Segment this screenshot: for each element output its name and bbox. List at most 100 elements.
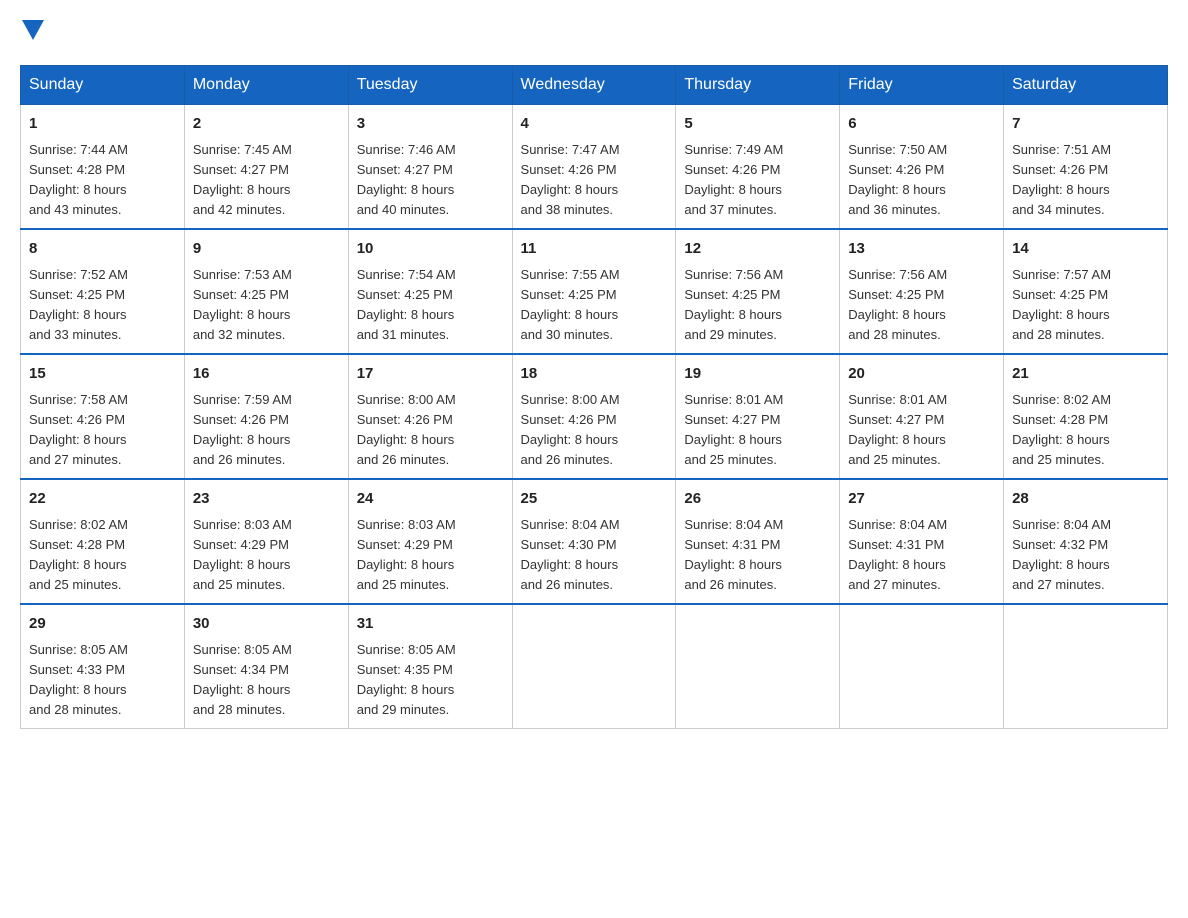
day-info: Sunrise: 7:55 AM Sunset: 4:25 PM Dayligh… <box>521 265 668 346</box>
column-header-saturday: Saturday <box>1004 66 1168 105</box>
day-number: 24 <box>357 488 504 511</box>
day-cell: 30Sunrise: 8:05 AM Sunset: 4:34 PM Dayli… <box>184 604 348 729</box>
day-number: 7 <box>1012 113 1159 136</box>
day-info: Sunrise: 7:45 AM Sunset: 4:27 PM Dayligh… <box>193 140 340 221</box>
day-info: Sunrise: 8:05 AM Sunset: 4:33 PM Dayligh… <box>29 640 176 721</box>
day-number: 11 <box>521 238 668 261</box>
day-info: Sunrise: 7:57 AM Sunset: 4:25 PM Dayligh… <box>1012 265 1159 346</box>
column-header-sunday: Sunday <box>21 66 185 105</box>
day-number: 18 <box>521 363 668 386</box>
day-number: 8 <box>29 238 176 261</box>
page-header <box>20 20 1168 45</box>
week-row-3: 15 Sunrise: 7:58 AM Sunset: 4:26 PM Dayli… <box>21 354 1168 479</box>
day-info: Sunrise: 8:04 AM Sunset: 4:30 PM Dayligh… <box>521 515 668 596</box>
day-number: 5 <box>684 113 831 136</box>
day-info: Sunrise: 7:46 AM Sunset: 4:27 PM Dayligh… <box>357 140 504 221</box>
day-number: 10 <box>357 238 504 261</box>
day-info: Sunrise: 7:58 AM Sunset: 4:26 PM Dayligh… <box>29 390 176 471</box>
day-info: Sunrise: 7:49 AM Sunset: 4:26 PM Dayligh… <box>684 140 831 221</box>
day-cell: 22 Sunrise: 8:02 AM Sunset: 4:28 PM Dayli… <box>21 479 185 604</box>
day-number: 22 <box>29 488 176 511</box>
day-number: 17 <box>357 363 504 386</box>
day-number: 14 <box>1012 238 1159 261</box>
day-cell <box>840 604 1004 729</box>
day-number: 23 <box>193 488 340 511</box>
day-cell: 14 Sunrise: 7:57 AM Sunset: 4:25 PM Dayli… <box>1004 229 1168 354</box>
day-number: 6 <box>848 113 995 136</box>
day-info: Sunrise: 8:05 AM Sunset: 4:35 PM Dayligh… <box>357 640 504 721</box>
logo-triangle-icon <box>22 20 44 40</box>
day-number: 13 <box>848 238 995 261</box>
day-cell: 18 Sunrise: 8:00 AM Sunset: 4:26 PM Dayli… <box>512 354 676 479</box>
day-cell: 10 Sunrise: 7:54 AM Sunset: 4:25 PM Dayli… <box>348 229 512 354</box>
day-cell: 27Sunrise: 8:04 AM Sunset: 4:31 PM Dayli… <box>840 479 1004 604</box>
day-info: Sunrise: 8:05 AM Sunset: 4:34 PM Dayligh… <box>193 640 340 721</box>
day-cell: 13 Sunrise: 7:56 AM Sunset: 4:25 PM Dayli… <box>840 229 1004 354</box>
day-cell: 21 Sunrise: 8:02 AM Sunset: 4:28 PM Dayli… <box>1004 354 1168 479</box>
day-number: 21 <box>1012 363 1159 386</box>
day-cell: 20 Sunrise: 8:01 AM Sunset: 4:27 PM Dayli… <box>840 354 1004 479</box>
day-info: Sunrise: 7:54 AM Sunset: 4:25 PM Dayligh… <box>357 265 504 346</box>
day-number: 31 <box>357 613 504 636</box>
day-cell: 26 Sunrise: 8:04 AM Sunset: 4:31 PM Dayli… <box>676 479 840 604</box>
day-number: 3 <box>357 113 504 136</box>
day-info: Sunrise: 8:00 AM Sunset: 4:26 PM Dayligh… <box>357 390 504 471</box>
day-info: Sunrise: 7:53 AM Sunset: 4:25 PM Dayligh… <box>193 265 340 346</box>
day-number: 28 <box>1012 488 1159 511</box>
day-cell: 16 Sunrise: 7:59 AM Sunset: 4:26 PM Dayli… <box>184 354 348 479</box>
day-info: Sunrise: 7:44 AM Sunset: 4:28 PM Dayligh… <box>29 140 176 221</box>
logo <box>20 20 44 45</box>
day-cell: 1 Sunrise: 7:44 AM Sunset: 4:28 PM Daylig… <box>21 105 185 230</box>
day-info: Sunrise: 7:56 AM Sunset: 4:25 PM Dayligh… <box>848 265 995 346</box>
day-info: Sunrise: 8:02 AM Sunset: 4:28 PM Dayligh… <box>29 515 176 596</box>
day-cell: 6Sunrise: 7:50 AM Sunset: 4:26 PM Daylig… <box>840 105 1004 230</box>
day-number: 12 <box>684 238 831 261</box>
day-cell: 15 Sunrise: 7:58 AM Sunset: 4:26 PM Dayli… <box>21 354 185 479</box>
day-cell: 7 Sunrise: 7:51 AM Sunset: 4:26 PM Daylig… <box>1004 105 1168 230</box>
column-header-thursday: Thursday <box>676 66 840 105</box>
day-info: Sunrise: 7:51 AM Sunset: 4:26 PM Dayligh… <box>1012 140 1159 221</box>
day-info: Sunrise: 8:00 AM Sunset: 4:26 PM Dayligh… <box>521 390 668 471</box>
day-number: 1 <box>29 113 176 136</box>
day-info: Sunrise: 8:02 AM Sunset: 4:28 PM Dayligh… <box>1012 390 1159 471</box>
week-row-5: 29 Sunrise: 8:05 AM Sunset: 4:33 PM Dayli… <box>21 604 1168 729</box>
day-number: 25 <box>521 488 668 511</box>
day-info: Sunrise: 8:01 AM Sunset: 4:27 PM Dayligh… <box>684 390 831 471</box>
day-info: Sunrise: 7:47 AM Sunset: 4:26 PM Dayligh… <box>521 140 668 221</box>
day-number: 19 <box>684 363 831 386</box>
calendar-table: SundayMondayTuesdayWednesdayThursdayFrid… <box>20 65 1168 729</box>
day-cell: 2Sunrise: 7:45 AM Sunset: 4:27 PM Daylig… <box>184 105 348 230</box>
day-number: 15 <box>29 363 176 386</box>
day-number: 20 <box>848 363 995 386</box>
day-info: Sunrise: 8:01 AM Sunset: 4:27 PM Dayligh… <box>848 390 995 471</box>
day-info: Sunrise: 8:04 AM Sunset: 4:31 PM Dayligh… <box>848 515 995 596</box>
day-info: Sunrise: 8:03 AM Sunset: 4:29 PM Dayligh… <box>357 515 504 596</box>
day-cell: 8 Sunrise: 7:52 AM Sunset: 4:25 PM Daylig… <box>21 229 185 354</box>
column-header-monday: Monday <box>184 66 348 105</box>
day-cell <box>1004 604 1168 729</box>
day-number: 9 <box>193 238 340 261</box>
day-cell: 19 Sunrise: 8:01 AM Sunset: 4:27 PM Dayli… <box>676 354 840 479</box>
day-info: Sunrise: 8:04 AM Sunset: 4:32 PM Dayligh… <box>1012 515 1159 596</box>
day-cell: 9 Sunrise: 7:53 AM Sunset: 4:25 PM Daylig… <box>184 229 348 354</box>
day-cell: 25 Sunrise: 8:04 AM Sunset: 4:30 PM Dayli… <box>512 479 676 604</box>
day-number: 16 <box>193 363 340 386</box>
week-row-2: 8 Sunrise: 7:52 AM Sunset: 4:25 PM Daylig… <box>21 229 1168 354</box>
day-cell: 31 Sunrise: 8:05 AM Sunset: 4:35 PM Dayli… <box>348 604 512 729</box>
day-cell: 12Sunrise: 7:56 AM Sunset: 4:25 PM Dayli… <box>676 229 840 354</box>
week-row-1: 1 Sunrise: 7:44 AM Sunset: 4:28 PM Daylig… <box>21 105 1168 230</box>
day-cell: 17 Sunrise: 8:00 AM Sunset: 4:26 PM Dayli… <box>348 354 512 479</box>
day-cell: 11 Sunrise: 7:55 AM Sunset: 4:25 PM Dayli… <box>512 229 676 354</box>
day-number: 26 <box>684 488 831 511</box>
day-info: Sunrise: 8:03 AM Sunset: 4:29 PM Dayligh… <box>193 515 340 596</box>
day-info: Sunrise: 7:52 AM Sunset: 4:25 PM Dayligh… <box>29 265 176 346</box>
day-cell: 3 Sunrise: 7:46 AM Sunset: 4:27 PM Daylig… <box>348 105 512 230</box>
day-cell: 29 Sunrise: 8:05 AM Sunset: 4:33 PM Dayli… <box>21 604 185 729</box>
day-info: Sunrise: 8:04 AM Sunset: 4:31 PM Dayligh… <box>684 515 831 596</box>
day-cell: 23 Sunrise: 8:03 AM Sunset: 4:29 PM Dayli… <box>184 479 348 604</box>
day-number: 29 <box>29 613 176 636</box>
day-cell: 5 Sunrise: 7:49 AM Sunset: 4:26 PM Daylig… <box>676 105 840 230</box>
day-info: Sunrise: 7:59 AM Sunset: 4:26 PM Dayligh… <box>193 390 340 471</box>
column-header-wednesday: Wednesday <box>512 66 676 105</box>
week-row-4: 22 Sunrise: 8:02 AM Sunset: 4:28 PM Dayli… <box>21 479 1168 604</box>
